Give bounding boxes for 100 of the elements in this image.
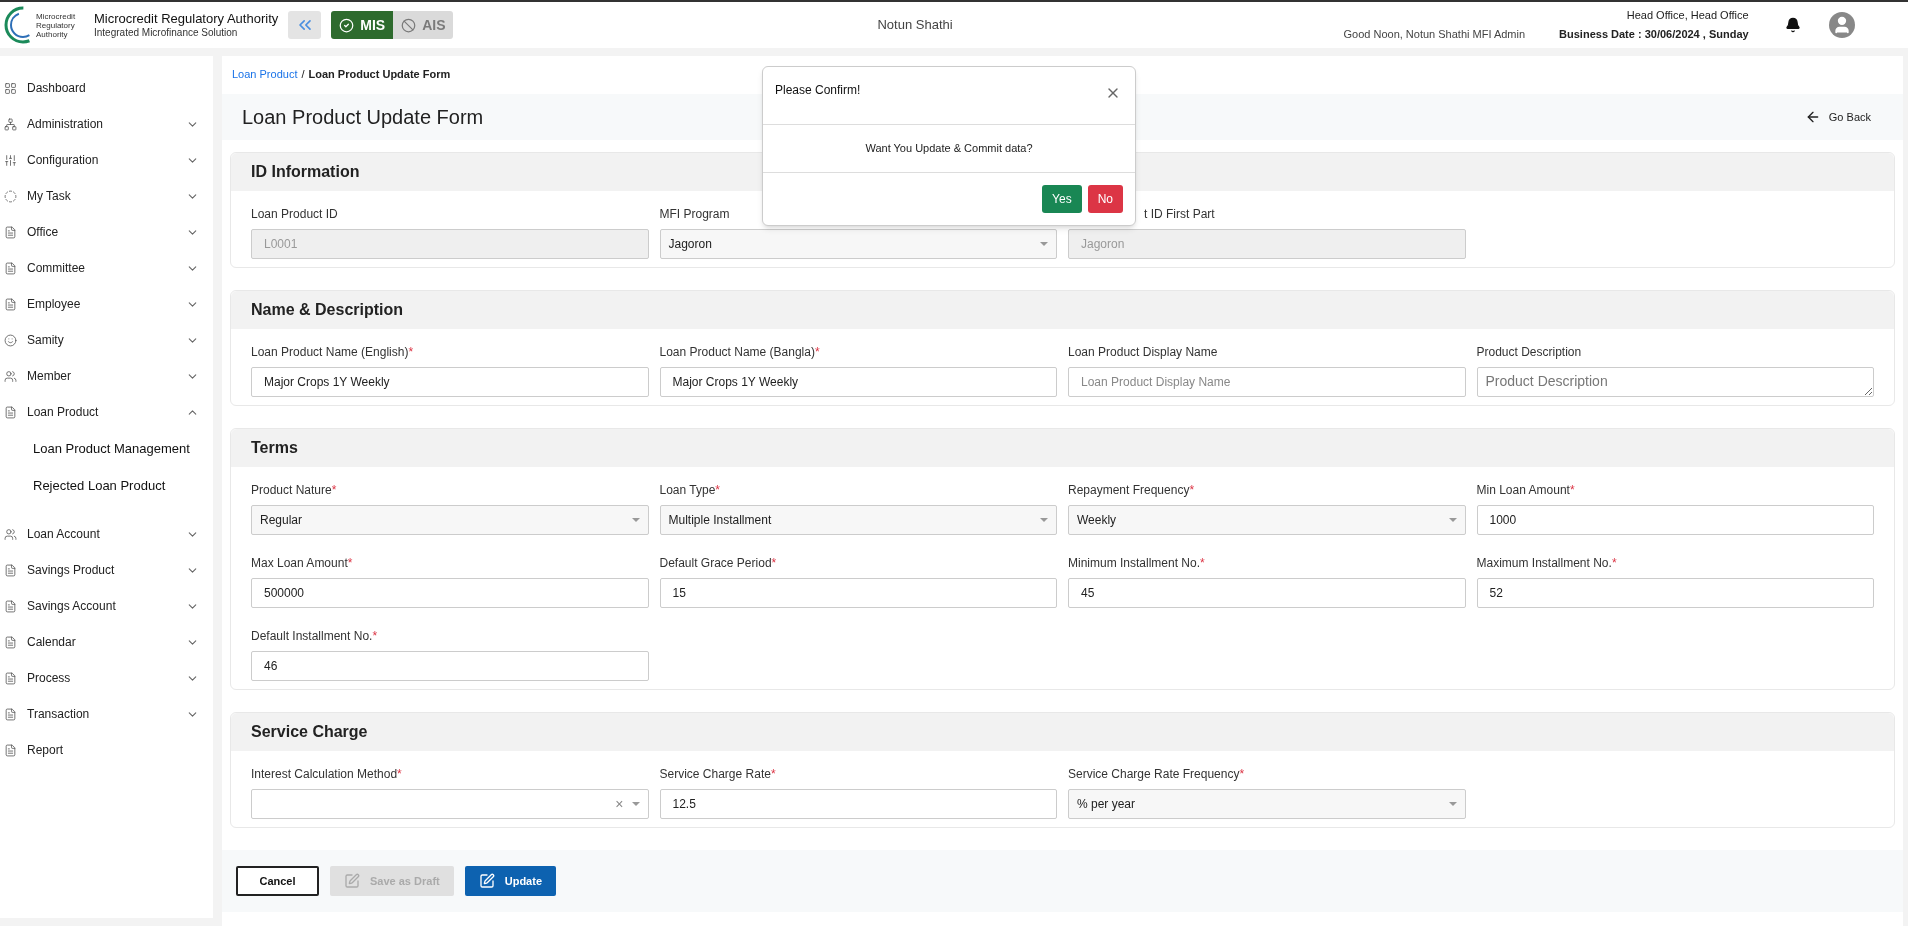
sidebar-subitem[interactable]: Rejected Loan Product <box>4 467 213 504</box>
grid-icon <box>4 81 17 95</box>
sidebar-item[interactable]: Report <box>4 732 213 768</box>
document-icon <box>4 297 17 311</box>
mode-tab[interactable]: MIS <box>331 11 394 39</box>
text-area[interactable]: Product Description <box>1476 367 1874 397</box>
sidebar-item[interactable]: Employee <box>4 286 213 322</box>
document-icon <box>4 599 17 613</box>
dropdown-caret-icon <box>1040 242 1048 246</box>
sidebar-item[interactable]: Samity <box>4 322 213 358</box>
field-label: Interest Calculation Method <box>251 766 398 783</box>
field-label: Loan Product Name (Bangla) <box>659 344 815 361</box>
sidebar-item[interactable]: Process <box>4 660 213 696</box>
select-field[interactable]: × <box>251 789 649 819</box>
required-mark: * <box>331 482 337 499</box>
section-header: Terms <box>231 429 1894 467</box>
select-field[interactable]: % per year <box>1068 789 1466 819</box>
required-mark: * <box>1611 555 1617 572</box>
dropdown-caret-icon <box>1040 518 1048 522</box>
center-title: Notun Shathi <box>877 16 954 35</box>
users-icon <box>4 527 17 541</box>
edit-icon <box>344 873 360 889</box>
field-label: Loan Type <box>659 482 716 499</box>
sidebar-item[interactable]: Office <box>4 214 213 250</box>
section-header: Name & Description <box>231 291 1894 329</box>
select-field[interactable]: Multiple Installment <box>659 505 1057 535</box>
check-circle-icon <box>339 17 355 33</box>
sidebar-item[interactable]: My Task <box>4 178 213 214</box>
document-icon <box>4 743 17 757</box>
action-button[interactable]: Update <box>464 866 556 896</box>
required-mark: * <box>408 344 414 361</box>
sidebar-item[interactable]: Configuration <box>4 142 213 178</box>
sidebar-item[interactable]: Administration <box>4 106 213 142</box>
sidebar-item[interactable]: Savings Product <box>4 552 213 588</box>
input-field[interactable]: 1000 <box>1476 505 1874 535</box>
sidebar-item[interactable]: Loan Account <box>4 516 213 552</box>
required-mark: * <box>771 555 777 572</box>
document-icon <box>4 671 17 685</box>
input-field[interactable]: 500000 <box>251 578 649 608</box>
field-label: Maximum Installment No. <box>1476 555 1612 572</box>
required-mark: * <box>1200 555 1205 572</box>
input-field[interactable]: 12.5 <box>659 789 1057 819</box>
required-mark: * <box>372 628 378 645</box>
input-field[interactable]: 15 <box>659 578 1057 608</box>
document-icon <box>4 563 17 577</box>
network-icon <box>4 117 17 131</box>
page-title: Loan Product Update Form <box>242 105 485 130</box>
field-label: Min Loan Amount <box>1476 482 1570 499</box>
breadcrumb-separator: / <box>301 66 305 82</box>
required-mark: * <box>397 766 402 783</box>
sidebar-item[interactable]: Calendar <box>4 624 213 660</box>
select-field[interactable]: Weekly <box>1068 505 1466 535</box>
required-mark: * <box>347 555 353 572</box>
input-field[interactable]: Major Crops 1Y Weekly <box>251 367 649 397</box>
dialog-button[interactable]: No <box>1087 185 1123 213</box>
input-field[interactable]: Major Crops 1Y Weekly <box>659 367 1057 397</box>
field-label: Loan Product ID <box>251 206 338 223</box>
sidebar-item[interactable]: Member <box>4 358 213 394</box>
document-icon <box>4 261 17 275</box>
org-name: Microcredit Regulatory Authority <box>94 10 279 27</box>
input-field[interactable]: 46 <box>251 651 649 681</box>
field-label: Loan Product Display Name <box>1068 344 1218 361</box>
field-label: t ID First Part <box>1144 206 1215 223</box>
sidebar-item[interactable]: Loan Product <box>4 394 213 430</box>
input-field[interactable]: 45 <box>1068 578 1466 608</box>
sidebar-subitem[interactable]: Loan Product Management <box>4 430 213 467</box>
collapse-sidebar-button[interactable] <box>288 11 322 39</box>
notification-bell-icon[interactable] <box>1784 17 1801 33</box>
field-label: Minimum Installment No. <box>1068 555 1201 572</box>
field-label: MFI Program <box>659 206 730 223</box>
face-icon <box>4 333 17 347</box>
dropdown-caret-icon <box>1448 518 1457 522</box>
breadcrumb-link[interactable]: Loan Product <box>232 65 298 83</box>
field-label: Product Nature <box>251 482 332 499</box>
required-mark: * <box>814 344 820 361</box>
sidebar-item[interactable]: Committee <box>4 250 213 286</box>
breadcrumb-current: Loan Product Update Form <box>308 66 451 82</box>
select-field[interactable]: Jagoron <box>659 229 1057 259</box>
action-button[interactable]: Cancel <box>236 866 319 896</box>
go-back-button[interactable]: Go Back <box>1804 108 1871 126</box>
office-name: Head Office, Head Office <box>1625 8 1749 23</box>
sidebar-item[interactable]: Transaction <box>4 696 213 732</box>
business-date: Business Date : 30/06/2024 , Sunday <box>1559 27 1749 42</box>
sidebar-item[interactable]: Dashboard <box>4 70 213 106</box>
clear-button[interactable]: × <box>615 793 624 815</box>
dropdown-caret-icon <box>631 518 640 522</box>
input-field[interactable]: Loan Product Display Name <box>1068 367 1466 397</box>
input-field[interactable]: 52 <box>1476 578 1874 608</box>
required-mark: * <box>1239 766 1245 783</box>
sidebar-item[interactable]: Savings Account <box>4 588 213 624</box>
required-mark: * <box>1189 482 1195 499</box>
section-header: Service Charge <box>231 713 1894 751</box>
ban-icon <box>401 17 417 33</box>
dropdown-caret-icon <box>631 802 640 806</box>
dialog-message: Want You Update & Commit data? <box>763 125 1135 173</box>
avatar[interactable] <box>1828 12 1855 38</box>
select-field[interactable]: Regular <box>251 505 649 535</box>
dialog-button[interactable]: Yes <box>1042 185 1082 213</box>
users-icon <box>4 369 17 383</box>
dashed-circle-icon <box>4 189 17 203</box>
